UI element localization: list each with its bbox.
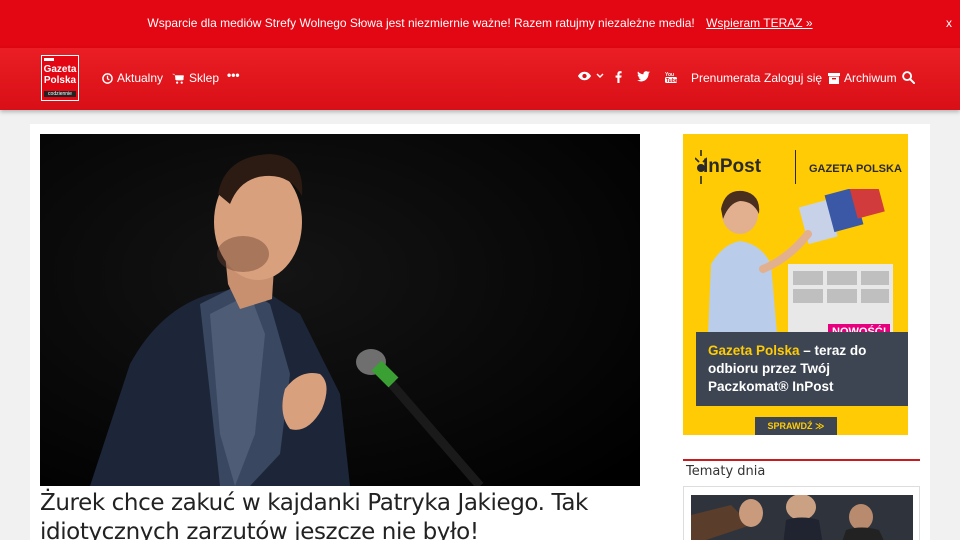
ad-cta-button[interactable]: SPRAWDŹ ≫ xyxy=(755,417,837,435)
ad-message-highlight: Gazeta Polska xyxy=(708,343,800,358)
main-navigation: Gazeta Polska codziennie Aktualny Sklep … xyxy=(0,48,960,110)
nav-zaloguj[interactable]: Zaloguj się xyxy=(764,71,822,85)
tematy-divider xyxy=(683,459,920,461)
nav-archiwum-label: Archiwum xyxy=(844,71,897,85)
eye-icon xyxy=(577,71,592,81)
site-logo[interactable]: Gazeta Polska codziennie xyxy=(41,55,79,101)
nav-sklep[interactable]: Sklep xyxy=(172,71,219,85)
logo-line3: codziennie xyxy=(44,91,76,97)
nav-prenumerata[interactable]: Prenumerata xyxy=(691,71,760,85)
article-hero-image[interactable] xyxy=(40,134,640,486)
tematy-dnia-title: Tematy dnia xyxy=(686,464,766,479)
cart-icon xyxy=(172,73,184,84)
ad-divider xyxy=(795,150,796,184)
support-text: Wsparcie dla mediów Strefy Wolnego Słowa… xyxy=(147,16,695,30)
ad-illustration xyxy=(708,189,893,334)
nav-more-button[interactable]: ••• xyxy=(227,68,240,82)
support-message: Wsparcie dla mediów Strefy Wolnego Słowa… xyxy=(0,16,960,30)
support-link[interactable]: Wspieram TERAZ » xyxy=(706,16,812,30)
youtube-link[interactable]: You Tube xyxy=(665,71,677,83)
gazeta-polska-logo: GAZETA POLSKA xyxy=(809,163,902,175)
nav-prenumerata-label: Prenumerata xyxy=(691,71,761,85)
tematy-thumbnail[interactable] xyxy=(691,495,913,540)
logo-mark xyxy=(44,58,54,61)
view-mode-toggle[interactable] xyxy=(577,71,604,81)
facebook-icon xyxy=(615,71,622,83)
nav-archiwum[interactable]: Archiwum xyxy=(828,71,897,85)
nav-aktualny-label: Aktualny xyxy=(117,71,164,85)
nav-sklep-label: Sklep xyxy=(189,71,220,85)
support-banner: Wsparcie dla mediów Strefy Wolnego Słowa… xyxy=(0,0,960,48)
clock-icon xyxy=(102,72,113,84)
logo-line2: Polska xyxy=(43,75,77,86)
search-icon xyxy=(902,71,915,84)
twitter-link[interactable] xyxy=(637,71,650,82)
svg-text:Tube: Tube xyxy=(666,78,677,83)
nav-aktualny[interactable]: Aktualny xyxy=(102,71,163,85)
facebook-link[interactable] xyxy=(615,71,622,83)
logo-line1: Gazeta xyxy=(43,64,77,75)
youtube-icon: YouTube xyxy=(665,72,677,83)
tematy-thumbnail-image xyxy=(691,495,913,540)
inpost-logo: InPost xyxy=(703,156,762,177)
archive-icon xyxy=(828,72,840,84)
ad-message-box: Gazeta Polska – teraz do odbioru przez T… xyxy=(696,332,908,406)
inpost-advert[interactable]: InPost GAZETA POLSKA NOWOŚĆ! Gazeta Pols… xyxy=(683,134,908,435)
search-button[interactable] xyxy=(902,71,915,84)
chevron-down-icon xyxy=(596,73,604,78)
article-headline[interactable]: Żurek chce zakuć w kajdanki Patryka Jaki… xyxy=(40,489,640,540)
nav-zaloguj-label: Zaloguj się xyxy=(764,71,823,85)
ad-message: Gazeta Polska – teraz do odbioru przez T… xyxy=(708,342,902,396)
twitter-icon xyxy=(637,71,650,82)
hero-illustration xyxy=(40,134,640,486)
close-banner-button[interactable]: x xyxy=(946,16,952,30)
nav-more-label: ••• xyxy=(227,68,240,82)
